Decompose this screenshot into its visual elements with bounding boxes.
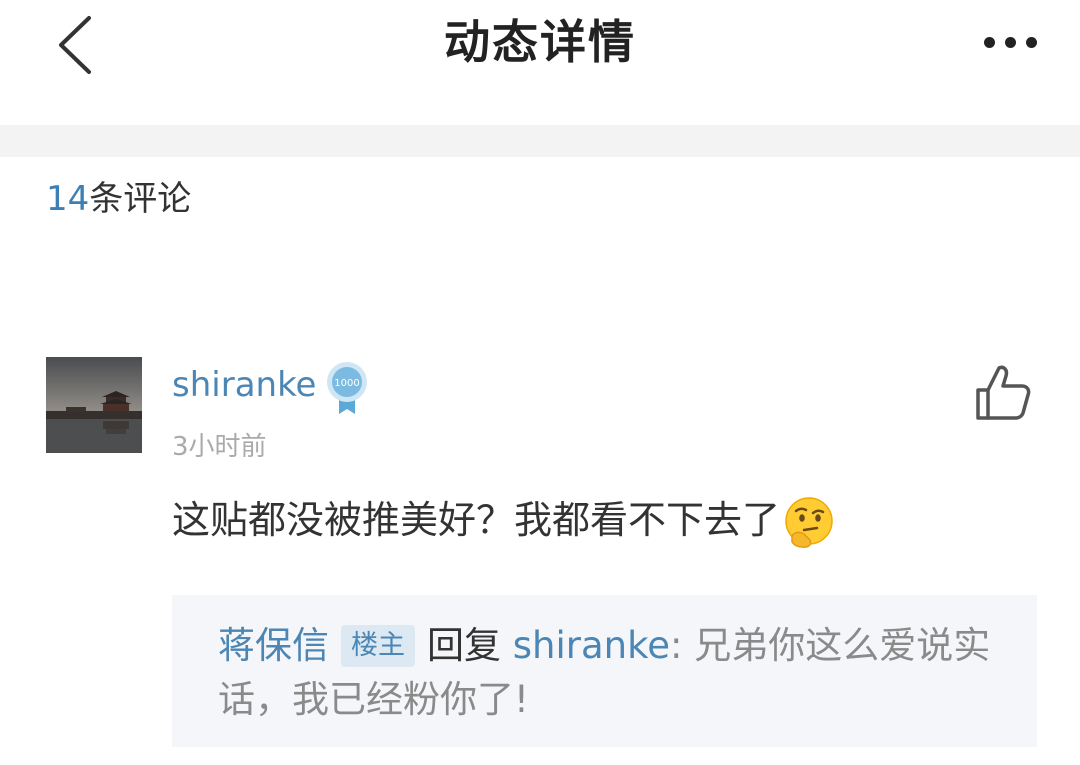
avatar[interactable] (46, 357, 142, 453)
reply-target-user[interactable]: shiranke (513, 624, 670, 667)
top-navigation-bar: 动态详情 (0, 0, 1080, 125)
thinking-face-emoji (785, 496, 833, 548)
more-dot (1025, 36, 1037, 48)
comment-count-suffix: 条评论 (89, 179, 192, 219)
reply-verb: 回复 (427, 624, 501, 667)
more-options-button[interactable] (970, 22, 1050, 62)
comment-text: 这贴都没被推美好？我都看不下去了 (172, 498, 781, 542)
page-title: 动态详情 (444, 15, 636, 69)
more-dot (1004, 36, 1016, 48)
reply-line: 蒋保信 楼主 回复 shiranke: 兄弟你这么爱说实话，我已经粉你了! (218, 619, 991, 727)
comment-timestamp: 3小时前 (172, 432, 267, 462)
avatar-image (46, 357, 142, 453)
reply-box[interactable]: 蒋保信 楼主 回复 shiranke: 兄弟你这么爱说实话，我已经粉你了! (172, 595, 1037, 747)
comment-count-label: 14条评论 (46, 176, 191, 222)
more-dots-icon (983, 36, 995, 48)
reply-colon: : (669, 624, 683, 667)
thumbs-up-icon (976, 365, 1031, 420)
reply-author[interactable]: 蒋保信 (218, 624, 329, 667)
comment-body: 这贴都没被推美好？我都看不下去了 (172, 494, 836, 550)
comment-count-number: 14 (46, 179, 90, 219)
level-badge-icon: 1000 (325, 360, 369, 416)
op-tag-badge: 楼主 (341, 625, 415, 667)
section-divider (0, 125, 1080, 157)
post-detail-page: 动态详情 14条评论 shiranke 1000 3小时前 这贴都没被推美好？我… (0, 0, 1080, 765)
comment-username[interactable]: shiranke (172, 362, 316, 408)
like-button[interactable] (968, 360, 1034, 426)
badge-number: 1000 (334, 378, 359, 389)
